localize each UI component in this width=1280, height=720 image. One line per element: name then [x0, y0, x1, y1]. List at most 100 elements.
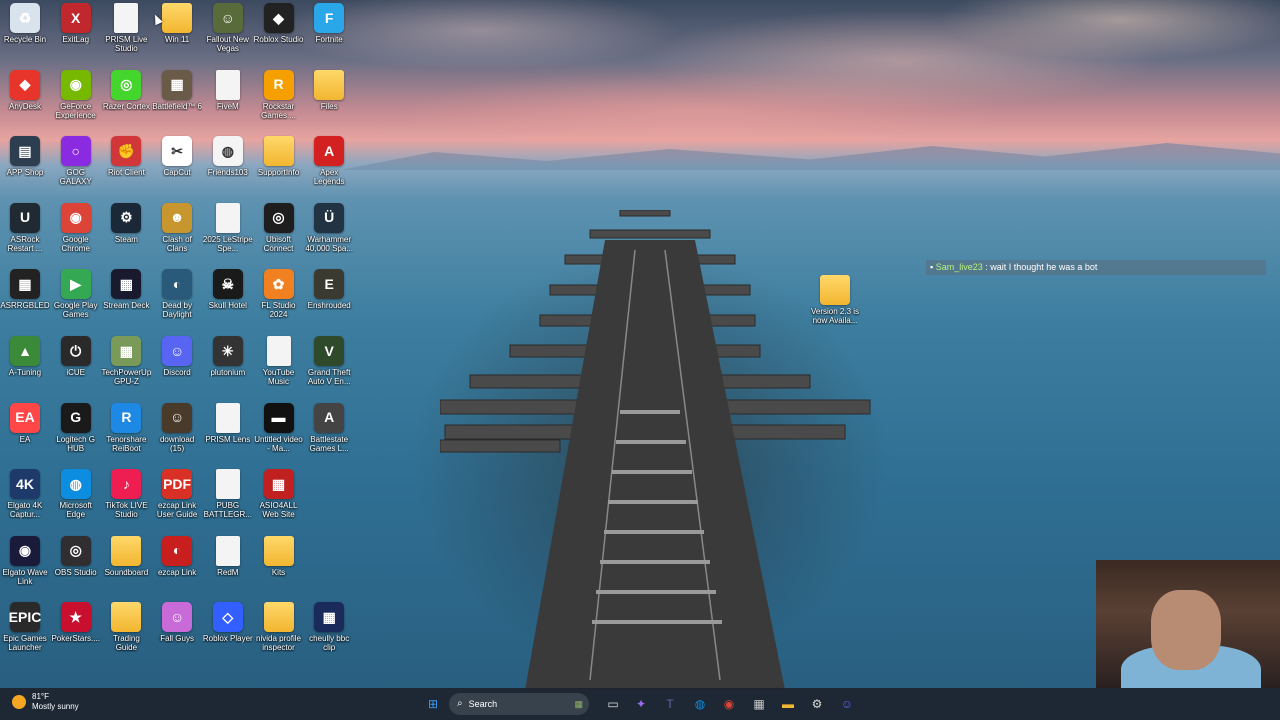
chrome-app[interactable]: ◉ — [718, 693, 740, 715]
desktop-icon-prism-live-studio[interactable]: PRISM Live Studio — [101, 0, 151, 53]
desktop-icon-ezcap-link[interactable]: ◐ ezcap Link — [152, 533, 202, 577]
desktop-icon-cheully-bbc-clip[interactable]: ▦ cheully bbc clip — [304, 599, 354, 652]
desktop-icon-asrock-restart[interactable]: U ASRock Restart ... — [0, 200, 50, 253]
desktop-icon-2025-lestripe-spe[interactable]: 2025 LeStripe Spe... — [203, 200, 253, 253]
desktop-icon-clash-of-clans[interactable]: ☻ Clash of Clans — [152, 200, 202, 253]
desktop-icon-techpowerup-gpu-z[interactable]: ▦ TechPowerUp GPU-Z — [101, 333, 151, 386]
desktop-icon-epic-games-launcher[interactable]: EPIC Epic Games Launcher — [0, 599, 50, 652]
desktop-icon-google-chrome[interactable]: ◉ Google Chrome — [51, 200, 101, 253]
desktop-icon-ezcap-link-user-guide[interactable]: PDF ezcap Link User Guide — [152, 466, 202, 519]
desktop-icon-a-tuning[interactable]: ▲ A-Tuning — [0, 333, 50, 377]
store-app[interactable]: ▦ — [748, 693, 770, 715]
2025-lestripe-spe-icon — [215, 202, 240, 233]
desktop-icon-skull-hotel[interactable]: ☠ Skull Hotel — [203, 266, 253, 310]
desktop-icon-gog-galaxy[interactable]: ○ GOG GALAXY — [51, 133, 101, 186]
desktop-icon-google-play-games[interactable]: ▶ Google Play Games — [51, 266, 101, 319]
desktop-icon-download-15[interactable]: ☺ download (15) — [152, 400, 202, 453]
desktop-icon-app-shop[interactable]: ▤ APP Shop — [0, 133, 50, 177]
desktop-icon-ea[interactable]: EA EA — [0, 400, 50, 444]
desktop-icon-pokerstars[interactable]: ★ PokerStars.... — [51, 599, 101, 643]
recycle-bin-icon: ♻ — [10, 3, 40, 33]
desktop-icon-exitlag[interactable]: X ExitLag — [51, 0, 101, 44]
desktop-icon-asrrgbled[interactable]: ▦ ASRRGBLED — [0, 266, 50, 310]
file-explorer-app[interactable]: ▬ — [777, 693, 799, 715]
roblox-studio-icon: ◆ — [263, 3, 294, 33]
desktop-icon-elgato-4k-captur[interactable]: 4K Elgato 4K Captur... — [0, 466, 50, 519]
desktop-icon-logitech-g-hub[interactable]: G Logitech G HUB — [51, 400, 101, 453]
desktop-icon-plutonium[interactable]: ✳ plutonium — [203, 333, 253, 377]
desktop-icon-label: cheully bbc clip — [309, 634, 350, 653]
desktop-icon-kits[interactable]: Kits — [254, 533, 304, 577]
search-label: Search — [468, 699, 498, 709]
desktop-icon-tenorshare-reiboot[interactable]: R Tenorshare ReiBoot — [101, 400, 151, 453]
task-view-button[interactable]: ▭ — [602, 693, 624, 715]
desktop-icon-roblox-player[interactable]: ◇ Roblox Player — [203, 599, 253, 643]
copilot-app[interactable]: ✦ — [630, 693, 652, 715]
desktop-icon-razer-cortex[interactable]: ◎ Razer Cortex — [101, 67, 151, 111]
desktop-icon-soundboard[interactable]: Soundboard — [101, 533, 151, 577]
desktop-icon-asio4all-web-site[interactable]: ▦ ASIO4ALL Web Site — [254, 466, 304, 519]
edge-app[interactable]: ◍ — [689, 693, 711, 715]
razer-cortex-icon: ◎ — [111, 69, 142, 100]
desktop-icon-steam[interactable]: ⚙ Steam — [101, 200, 151, 244]
desktop-icon-anydesk[interactable]: ◆ AnyDesk — [0, 67, 50, 111]
desktop-icon-label: ASRock Restart ... — [7, 234, 43, 253]
desktop-icon-grand-theft-auto-v-en[interactable]: V Grand Theft Auto V En... — [304, 333, 354, 386]
discord-app[interactable]: ☺ — [836, 693, 858, 715]
desktop-icon-battlestate-games-l[interactable]: A Battlestate Games L... — [304, 400, 354, 453]
desktop-icon-fl-studio-2024[interactable]: ✿ FL Studio 2024 — [254, 266, 304, 319]
desktop-icon-label: RedM — [217, 567, 239, 577]
desktop-icon-label: Logitech G HUB — [56, 434, 96, 453]
desktop-icon-label: Ubisoft Connect — [263, 234, 294, 253]
desktop-icon-redm[interactable]: RedM — [203, 533, 253, 577]
fivem-icon — [215, 69, 240, 100]
desktop-icon-prism-lens[interactable]: PRISM Lens — [203, 400, 253, 444]
desktop-icon-rockstar-games[interactable]: R Rockstar Games ... — [254, 67, 304, 120]
desktop-icon-label: ezcap Link User Guide — [156, 501, 198, 520]
desktop-icon-dead-by-daylight[interactable]: ◐ Dead by Daylight — [152, 266, 202, 319]
desktop-icon-riot-client[interactable]: ✊ Riot Client — [101, 133, 151, 177]
desktop-icon-warhammer-40-000-spa[interactable]: Ü Warhammer 40,000 Spa... — [304, 200, 354, 253]
desktop-icon-supportinfo[interactable]: SupportInfo — [254, 133, 304, 177]
desktop-icon-label: Epic Games Launcher — [3, 634, 47, 653]
weather-widget[interactable]: 81°F Mostly sunny — [12, 692, 79, 712]
desktop-icon-trading-guide[interactable]: Trading Guide — [101, 599, 151, 652]
desktop-icon-elgato-wave-link[interactable]: ◉ Elgato Wave Link — [0, 533, 50, 586]
desktop-icon-nivida-profile-inspector[interactable]: nivida profile inspector — [254, 599, 304, 652]
desktop-icon-fivem[interactable]: FiveM — [203, 67, 253, 111]
desktop-icon-label: Stream Deck — [103, 301, 150, 311]
desktop-icon-version-folder[interactable]: Version 2.3 is now Availa... — [810, 272, 860, 325]
desktop-icon-icue[interactable]: ⏻ iCUE — [51, 333, 101, 377]
desktop-icon-roblox-studio[interactable]: ◆ Roblox Studio — [254, 0, 304, 44]
teams-app[interactable]: T — [659, 693, 681, 715]
desktop-icon-battlefield-6[interactable]: ▦ Battlefield™ 6 — [152, 67, 202, 111]
chat-overlay: ▪ Sam_live23 : wait I thought he was a b… — [926, 260, 1266, 275]
desktop-icon-discord[interactable]: ☺ Discord — [152, 333, 202, 377]
desktop-icon-label: Fall Guys — [160, 634, 194, 644]
desktop-icon-capcut[interactable]: ✂ CapCut — [152, 133, 202, 177]
desktop-icon-microsoft-edge[interactable]: ◍ Microsoft Edge — [51, 466, 101, 519]
desktop-icon-stream-deck[interactable]: ▦ Stream Deck — [101, 266, 151, 310]
recorder-app[interactable]: ⚙ — [806, 693, 828, 715]
desktop-icon-recycle-bin[interactable]: ♻ Recycle Bin — [0, 0, 50, 44]
desktop-icon-fallout-new-vegas[interactable]: ☺ Fallout New Vegas — [203, 0, 253, 53]
desktop-icon-untitled-video-ma[interactable]: ▬ Untitled video - Ma... — [254, 400, 304, 453]
desktop-icon-ubisoft-connect[interactable]: ◎ Ubisoft Connect — [254, 200, 304, 253]
desktop-icon-youtube-music[interactable]: YouTube Music — [254, 333, 304, 386]
desktop-icon-apex-legends[interactable]: A Apex Legends — [304, 133, 354, 186]
desktop-icon-label: Elgato 4K Captur... — [7, 501, 43, 520]
desktop-icon-fortnite[interactable]: F Fortnite — [304, 0, 354, 44]
start-button[interactable]: ⊞ — [422, 693, 444, 715]
desktop-icon-obs-studio[interactable]: ◎ OBS Studio — [51, 533, 101, 577]
desktop-icon-label: TikTok LIVE Studio — [105, 501, 148, 520]
desktop-icon-enshrouded[interactable]: E Enshrouded — [304, 266, 354, 310]
desktop-icon-geforce-experience[interactable]: ◉ GeForce Experience — [51, 67, 101, 120]
desktop-icon-pubg-battlegr[interactable]: PUBG BATTLEGR... — [203, 466, 253, 519]
search-box[interactable]: ⌕ Search ▦ — [449, 693, 589, 715]
desktop-icon-friends103[interactable]: ◍ Friends103 — [203, 133, 253, 177]
desktop-icon-fall-guys[interactable]: ☺ Fall Guys — [152, 599, 202, 643]
desktop-icon-label: Skull Hotel — [208, 301, 247, 311]
desktop-icon-files[interactable]: Files — [304, 67, 354, 111]
folder-icon — [820, 275, 850, 305]
desktop-icon-tiktok-live-studio[interactable]: ♪ TikTok LIVE Studio — [101, 466, 151, 519]
